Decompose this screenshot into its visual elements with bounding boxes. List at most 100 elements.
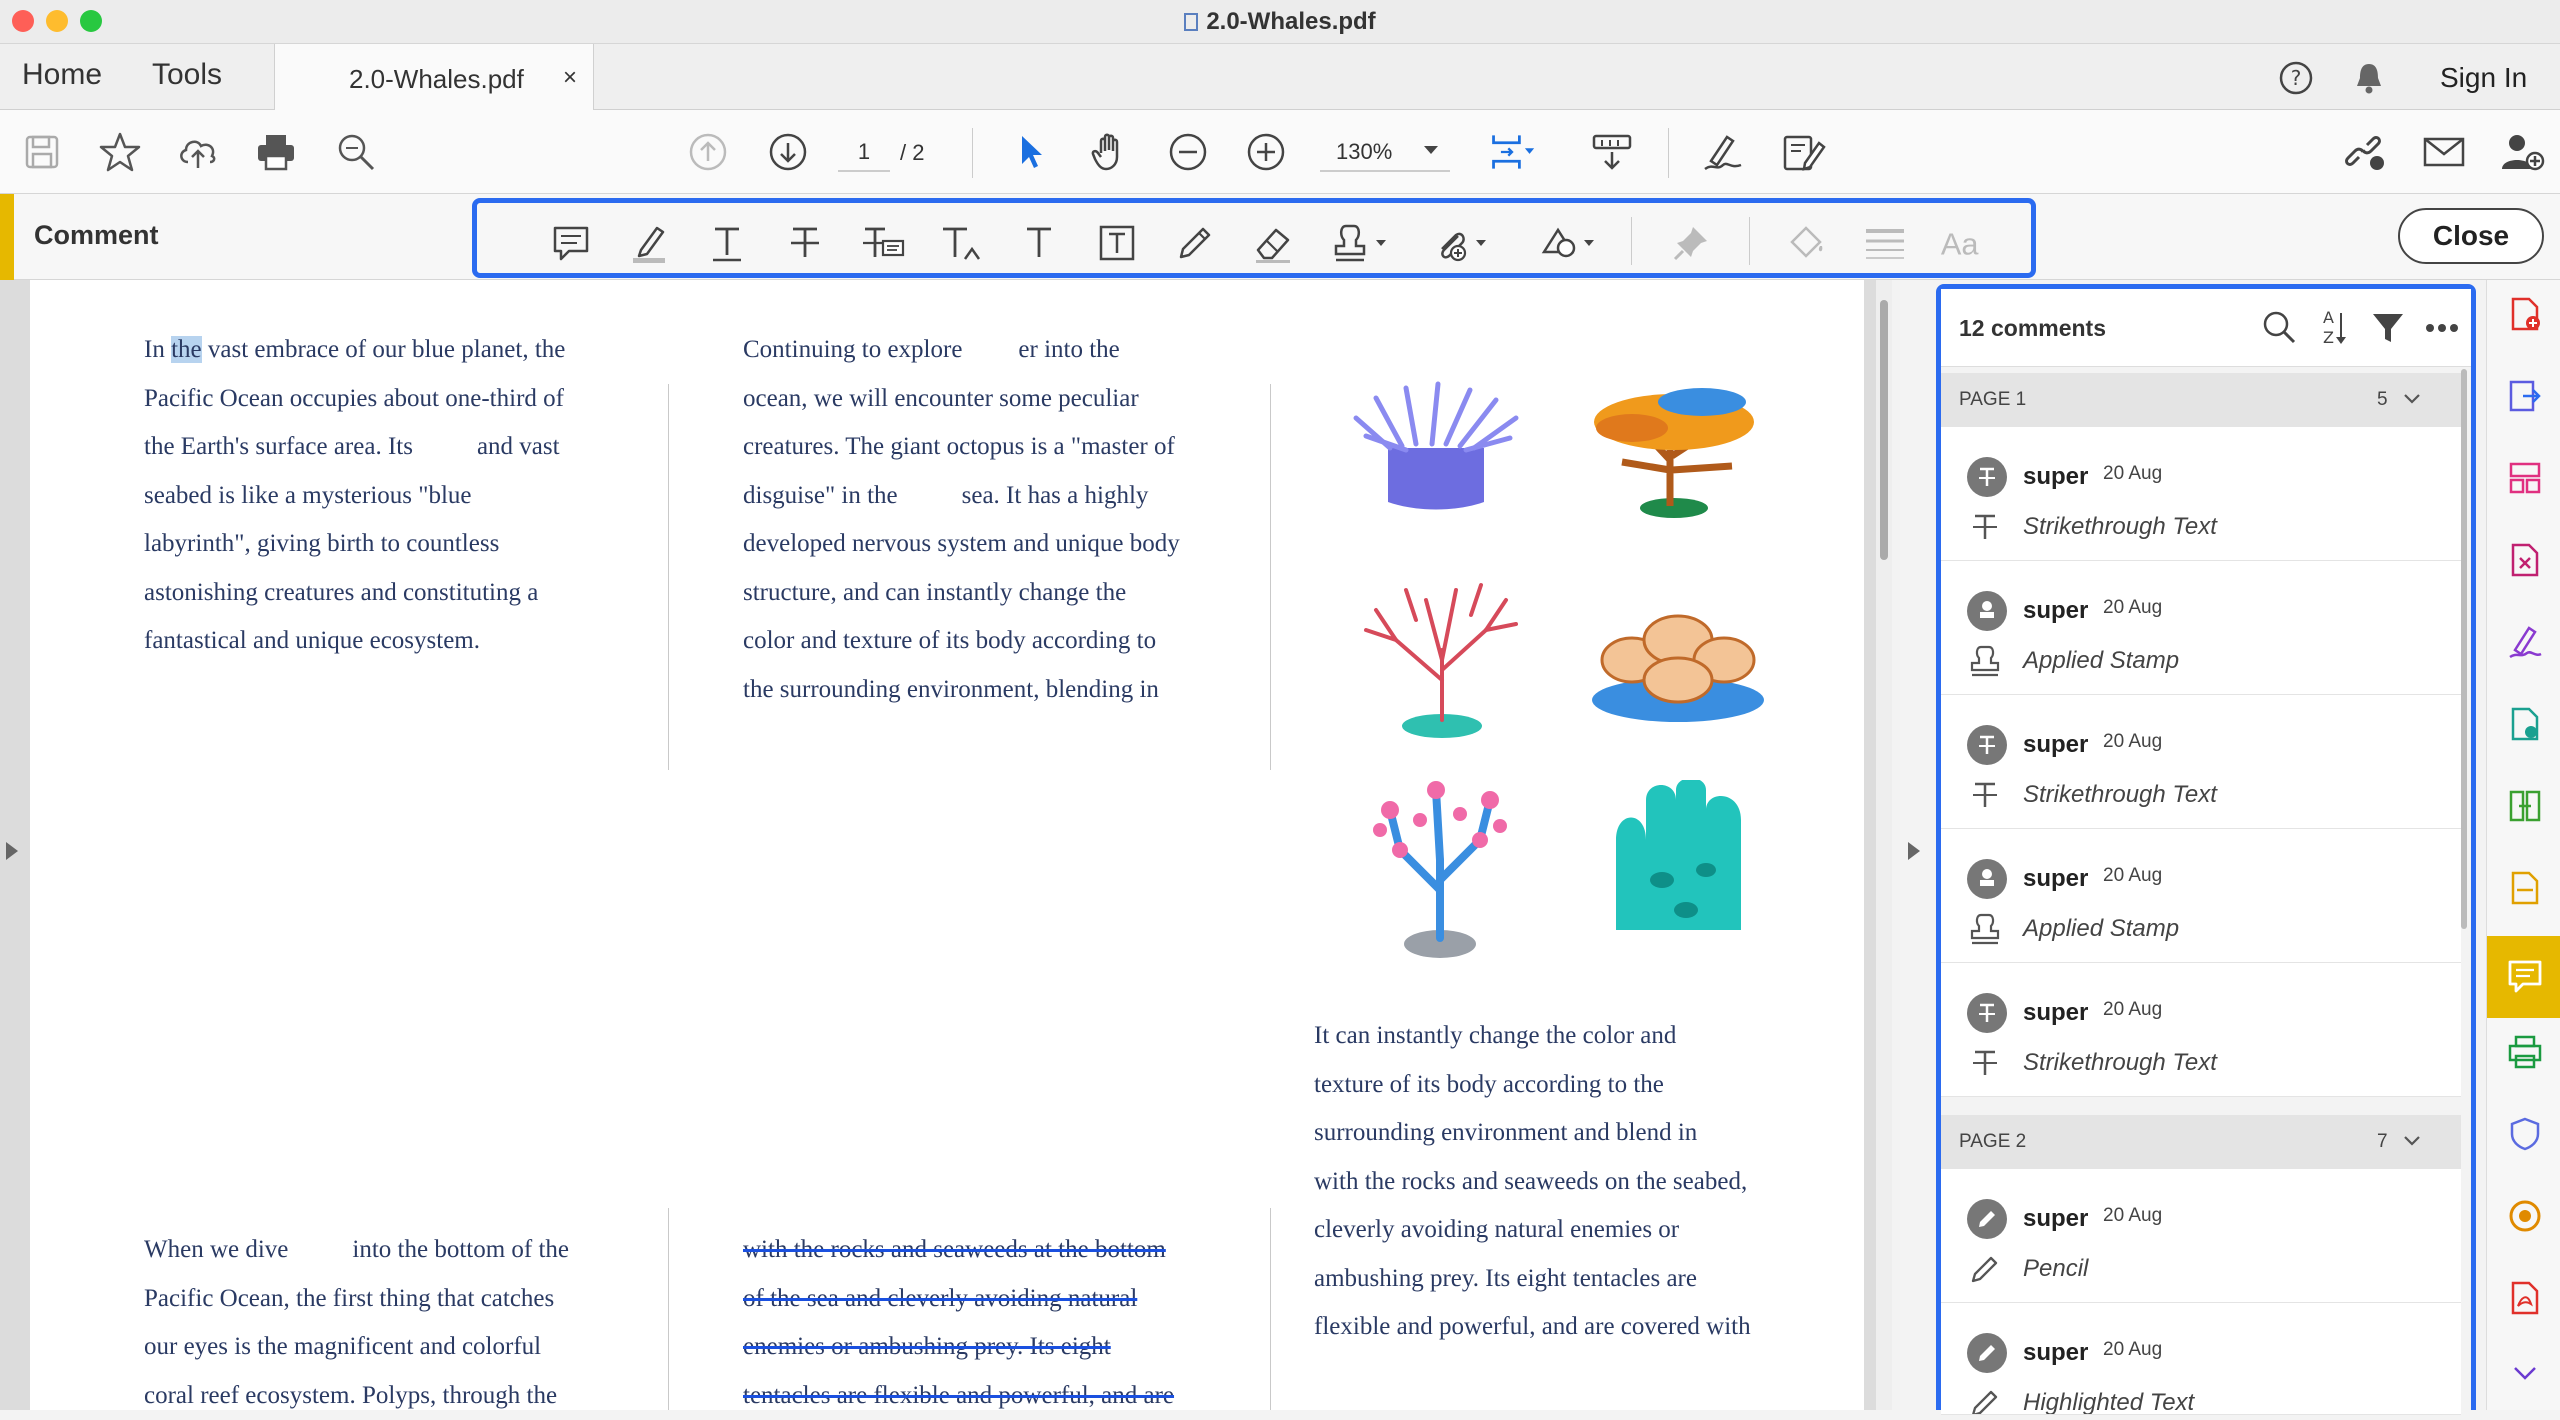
page-total: / 2	[900, 140, 925, 165]
comment-tool-active[interactable]	[2487, 936, 2560, 1018]
edit-pdf-icon[interactable]	[1780, 128, 1828, 176]
compress-pdf-icon[interactable]	[2507, 542, 2543, 578]
fill-color-icon[interactable]	[1783, 219, 1831, 267]
highlight-icon[interactable]	[625, 219, 673, 267]
add-person-icon[interactable]	[2498, 128, 2546, 176]
comment-item[interactable]: super 20 Aug Applied Stamp	[1941, 561, 2461, 695]
column-divider	[1270, 384, 1271, 770]
select-cursor-icon[interactable]	[1006, 128, 1054, 176]
comments-scrollbar-thumb[interactable]	[2461, 369, 2467, 929]
acrobat-pdf-icon[interactable]	[2507, 1280, 2543, 1316]
main-toolbar: 1 / 2 130%	[0, 110, 2560, 194]
action-wizard-icon[interactable]	[2507, 1198, 2543, 1234]
comments-panel: 12 comments AZ PAGE 1 5 super 20 Aug Str…	[1936, 284, 2476, 1415]
add-text-icon[interactable]	[1015, 219, 1063, 267]
print-icon[interactable]	[252, 128, 300, 176]
zoom-in-icon[interactable]	[1242, 128, 1290, 176]
share-link-icon[interactable]	[2340, 128, 2388, 176]
text-box-icon[interactable]	[1093, 219, 1141, 267]
panel-collapse-icon[interactable]	[1908, 842, 1920, 860]
eraser-icon[interactable]	[1249, 219, 1297, 267]
strikethrough-paragraph[interactable]: with the rocks and seaweeds at the botto…	[743, 1226, 1263, 1420]
comment-item[interactable]: super 20 Aug Strikethrough Text	[1941, 427, 2461, 561]
strikethrough-icon[interactable]	[781, 219, 829, 267]
sign-in-link[interactable]: Sign In	[2440, 62, 2527, 94]
comment-item[interactable]: super 20 Aug Highlighted Text	[1941, 1303, 2461, 1415]
fill-sign-rail-icon[interactable]	[2507, 624, 2543, 660]
comment-item[interactable]: super 20 Aug Applied Stamp	[1941, 829, 2461, 963]
comment-date: 20 Aug	[2103, 597, 2163, 618]
coral-red-fan-image	[1356, 580, 1526, 740]
save-icon[interactable]	[18, 128, 66, 176]
protect-shield-icon[interactable]	[2507, 1116, 2543, 1152]
document-viewport[interactable]: In the vast embrace of our blue planet, …	[0, 280, 1880, 1410]
more-tools-chevron-icon[interactable]	[2507, 1354, 2543, 1390]
next-page-icon[interactable]	[764, 128, 812, 176]
cloud-upload-icon[interactable]	[174, 128, 222, 176]
scroll-mode-icon[interactable]	[1588, 128, 1636, 176]
replace-text-icon[interactable]	[859, 219, 907, 267]
highlighted-word: the	[171, 336, 202, 363]
create-pdf-icon[interactable]	[2507, 296, 2543, 332]
filter-icon[interactable]	[2371, 311, 2405, 345]
scan-ocr-icon[interactable]	[2507, 870, 2543, 906]
pencil-icon	[1967, 1251, 2003, 1287]
comment-date: 20 Aug	[2103, 731, 2163, 752]
star-icon[interactable]	[96, 128, 144, 176]
tab-tools[interactable]: Tools	[152, 58, 222, 92]
attach-file-icon[interactable]	[1427, 219, 1499, 267]
pin-icon[interactable]	[1667, 219, 1715, 267]
pdf-file-icon	[1184, 13, 1199, 31]
close-comment-button[interactable]: Close	[2398, 208, 2544, 264]
search-icon[interactable]	[2261, 309, 2297, 345]
fill-sign-icon[interactable]	[1700, 128, 1748, 176]
comment-author: super	[2023, 731, 2089, 758]
email-icon[interactable]	[2420, 128, 2468, 176]
document-scrollbar-thumb[interactable]	[1880, 300, 1888, 560]
request-signature-icon[interactable]	[2507, 706, 2543, 742]
compare-files-icon[interactable]	[2507, 788, 2543, 824]
column-divider	[1270, 1208, 1271, 1410]
highlight-icon	[1967, 1385, 2003, 1414]
hand-tool-icon[interactable]	[1086, 128, 1134, 176]
column-divider	[668, 1208, 669, 1410]
pencil-icon[interactable]	[1171, 219, 1219, 267]
insert-text-icon[interactable]	[937, 219, 985, 267]
comment-date: 20 Aug	[2103, 1339, 2163, 1360]
comment-item[interactable]: super 20 Aug Strikethrough Text	[1941, 695, 2461, 829]
search-zoom-icon[interactable]	[332, 128, 380, 176]
previous-page-icon[interactable]	[684, 128, 732, 176]
comment-author: super	[2023, 999, 2089, 1026]
line-style-icon[interactable]	[1861, 219, 1909, 267]
chevron-down-icon[interactable]	[1424, 146, 1438, 156]
comment-group-page-2[interactable]: PAGE 2 7	[1941, 1115, 2461, 1169]
more-options-icon[interactable]	[2425, 323, 2459, 333]
coral-tree-orange-image	[1582, 370, 1772, 520]
shapes-icon[interactable]	[1535, 219, 1607, 267]
page-fit-icon[interactable]	[1488, 128, 1536, 176]
sticky-note-icon[interactable]	[547, 219, 595, 267]
font-style-icon[interactable]: Aa	[1939, 219, 1987, 267]
comment-group-page-1[interactable]: PAGE 1 5	[1941, 373, 2461, 427]
tab-home[interactable]: Home	[22, 58, 102, 92]
export-pdf-icon[interactable]	[2507, 378, 2543, 414]
paragraph-camouflage: It can instantly change the color and te…	[1314, 1022, 1751, 1340]
sort-az-icon[interactable]: AZ	[2317, 307, 2347, 347]
title-bar: 2.0-Whales.pdf	[0, 0, 2560, 44]
tab-document[interactable]: 2.0-Whales.pdf ×	[274, 44, 594, 110]
help-icon[interactable]: ?	[2278, 60, 2314, 96]
notification-bell-icon[interactable]	[2352, 60, 2386, 96]
stamp-icon[interactable]	[1327, 219, 1399, 267]
left-panel-toggle-icon[interactable]	[6, 842, 18, 860]
close-tab-icon[interactable]: ×	[563, 64, 577, 92]
chevron-down-icon[interactable]	[2403, 1135, 2421, 1147]
page-number-input[interactable]: 1	[838, 132, 890, 172]
comment-item[interactable]: super 20 Aug Pencil	[1941, 1169, 2461, 1303]
comment-item[interactable]: super 20 Aug Strikethrough Text	[1941, 963, 2461, 1097]
zoom-out-icon[interactable]	[1164, 128, 1212, 176]
comment-group-count: 7	[2377, 1131, 2388, 1152]
organize-pages-icon[interactable]	[2507, 460, 2543, 496]
chevron-down-icon[interactable]	[2403, 393, 2421, 405]
underline-text-icon[interactable]	[703, 219, 751, 267]
print-production-icon[interactable]	[2507, 1034, 2543, 1070]
